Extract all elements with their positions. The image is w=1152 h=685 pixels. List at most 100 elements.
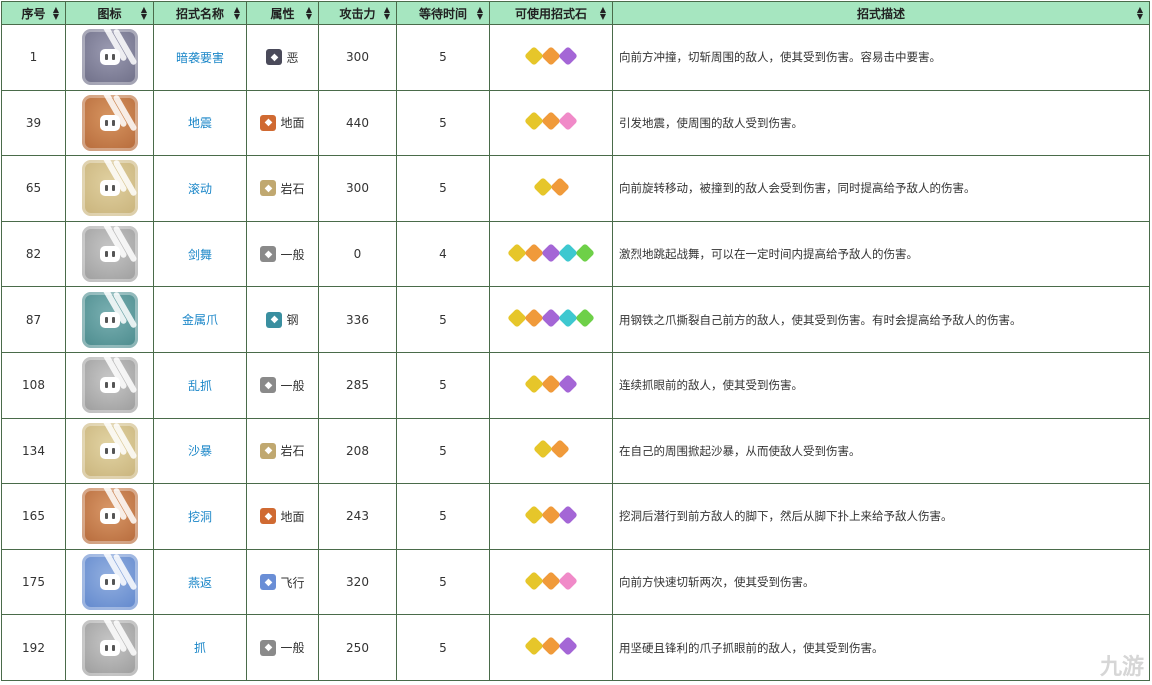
cell-power: 250 [318, 614, 397, 681]
cell-move-stones [489, 351, 613, 419]
cell-attribute: ◆ 飞行 [246, 548, 319, 616]
cell-number: 108 [1, 351, 66, 419]
cell-move-stones [489, 548, 613, 616]
cell-attribute: ◆ 一般 [246, 614, 319, 681]
cell-move-name[interactable]: 滚动 [153, 155, 247, 222]
cell-power: 208 [318, 417, 397, 485]
cell-description: 向前旋转移动，被撞到的敌人会受到伤害，同时提高给予敌人的伤害。 [612, 155, 1150, 222]
table-row: 39 地震 ◆ 地面 440 5 引发地震，使周围的敌人受到伤害。 [1, 89, 1150, 157]
move-stone-icon [575, 242, 595, 263]
type-label: 恶 [286, 50, 299, 65]
move-stone-icon [558, 505, 578, 525]
move-name-link[interactable]: 挖洞 [188, 510, 212, 524]
cell-wait-time: 5 [396, 351, 490, 419]
sort-icon[interactable]: ▲ ▼ [477, 6, 483, 21]
column-header[interactable]: 可使用招式石 ▲ ▼ [489, 1, 613, 25]
type-icon: ◆ [260, 246, 277, 263]
type-icon: ◆ [260, 639, 277, 656]
sort-icon[interactable]: ▲ ▼ [234, 6, 240, 21]
watermark-logo: 九游 [1099, 655, 1144, 680]
cell-move-stones [489, 286, 613, 353]
cell-description: 用坚硬且锋利的爪子抓眼前的敌人，使其受到伤害。 [612, 614, 1150, 681]
cell-description: 用钢铁之爪撕裂自己前方的敌人，使其受到伤害。有时会提高给予敌人的伤害。 [612, 286, 1150, 353]
move-icon [81, 226, 138, 283]
cell-attribute: ◆ 地面 [246, 89, 319, 157]
table-row: 192 抓 ◆ 一般 250 5 用坚硬且锋利的爪子抓眼前的敌人，使其受到伤害。 [1, 614, 1150, 681]
cell-move-name[interactable]: 暗袭要害 [153, 24, 247, 91]
cell-move-name[interactable]: 燕返 [153, 548, 247, 616]
type-label: 钢 [286, 313, 299, 328]
column-header-label: 招式名称 [175, 6, 224, 21]
cell-attribute: ◆ 地面 [246, 483, 319, 550]
move-name-link[interactable]: 暗袭要害 [176, 51, 224, 65]
move-name-link[interactable]: 燕返 [188, 576, 212, 590]
type-icon: ◆ [266, 49, 283, 66]
type-icon: ◆ [260, 114, 277, 131]
move-name-link[interactable]: 地震 [188, 116, 212, 130]
type-icon: ◆ [260, 377, 277, 394]
cell-move-name[interactable]: 地震 [153, 89, 247, 157]
cell-move-stones [489, 89, 613, 157]
cell-number: 65 [1, 155, 66, 222]
cell-move-name[interactable]: 沙暴 [153, 417, 247, 485]
cell-move-name[interactable]: 乱抓 [153, 351, 247, 419]
sort-icon[interactable]: ▲ ▼ [1137, 6, 1143, 21]
cell-power: 336 [318, 286, 397, 353]
cell-description: 挖洞后潜行到前方敌人的脚下，然后从脚下扑上来给予敌人伤害。 [612, 483, 1150, 550]
cell-wait-time: 5 [396, 483, 490, 550]
column-header-label: 可使用招式石 [514, 6, 587, 21]
cell-power: 300 [318, 24, 397, 91]
cell-attribute: ◆ 岩石 [246, 155, 319, 222]
move-name-link[interactable]: 沙暴 [188, 444, 212, 458]
cell-number: 175 [1, 548, 66, 616]
column-header[interactable]: 图标 ▲ ▼ [65, 1, 154, 25]
cell-number: 82 [1, 220, 66, 288]
move-name-link[interactable]: 乱抓 [188, 379, 212, 393]
move-stone-icon [524, 111, 544, 132]
move-stone-icon [532, 177, 553, 197]
cell-wait-time: 5 [396, 24, 490, 91]
cell-wait-time: 5 [396, 286, 490, 353]
sort-icon[interactable]: ▲ ▼ [53, 6, 59, 21]
column-header[interactable]: 属性 ▲ ▼ [246, 1, 319, 25]
cell-move-stones [489, 155, 613, 222]
move-icon [81, 488, 138, 545]
sort-icon[interactable]: ▲ ▼ [600, 6, 606, 21]
type-icon: ◆ [260, 180, 277, 197]
move-name-link[interactable]: 抓 [194, 641, 206, 655]
column-header-label: 图标 [97, 6, 122, 21]
type-label: 地面 [280, 509, 305, 524]
cell-icon [65, 351, 154, 419]
move-icon [81, 619, 138, 676]
move-name-link[interactable]: 金属爪 [182, 313, 218, 327]
type-icon: ◆ [260, 574, 277, 591]
table-row: 87 金属爪 ◆ 钢 336 5 用钢铁之爪撕裂自己前方的敌人，使其受到伤害。有时会提高给予… [1, 286, 1150, 353]
cell-move-name[interactable]: 金属爪 [153, 286, 247, 353]
column-header[interactable]: 攻击力 ▲ ▼ [318, 1, 397, 25]
cell-move-stones [489, 220, 613, 288]
cell-number: 192 [1, 614, 66, 681]
sort-icon[interactable]: ▲ ▼ [141, 6, 147, 21]
move-name-link[interactable]: 剑舞 [188, 248, 212, 262]
column-header[interactable]: 招式描述 ▲ ▼ [612, 1, 1150, 25]
move-stone-icon [532, 439, 553, 460]
cell-move-name[interactable]: 挖洞 [153, 483, 247, 550]
column-header[interactable]: 招式名称 ▲ ▼ [153, 1, 247, 25]
move-icon [81, 357, 138, 414]
move-name-link[interactable]: 滚动 [188, 182, 212, 196]
type-icon: ◆ [260, 508, 277, 525]
cell-icon [65, 483, 154, 550]
move-icon [81, 29, 138, 86]
cell-icon [65, 417, 154, 485]
cell-wait-time: 5 [396, 614, 490, 681]
column-header[interactable]: 等待时间 ▲ ▼ [396, 1, 490, 25]
cell-attribute: ◆ 一般 [246, 220, 319, 288]
sort-icon[interactable]: ▲ ▼ [384, 6, 390, 21]
cell-icon [65, 286, 154, 353]
cell-move-name[interactable]: 剑舞 [153, 220, 247, 288]
cell-move-name[interactable]: 抓 [153, 614, 247, 681]
column-header[interactable]: 序号 ▲ ▼ [1, 1, 66, 25]
cell-icon [65, 89, 154, 157]
sort-icon[interactable]: ▲ ▼ [306, 6, 312, 21]
type-label: 岩石 [280, 444, 305, 459]
